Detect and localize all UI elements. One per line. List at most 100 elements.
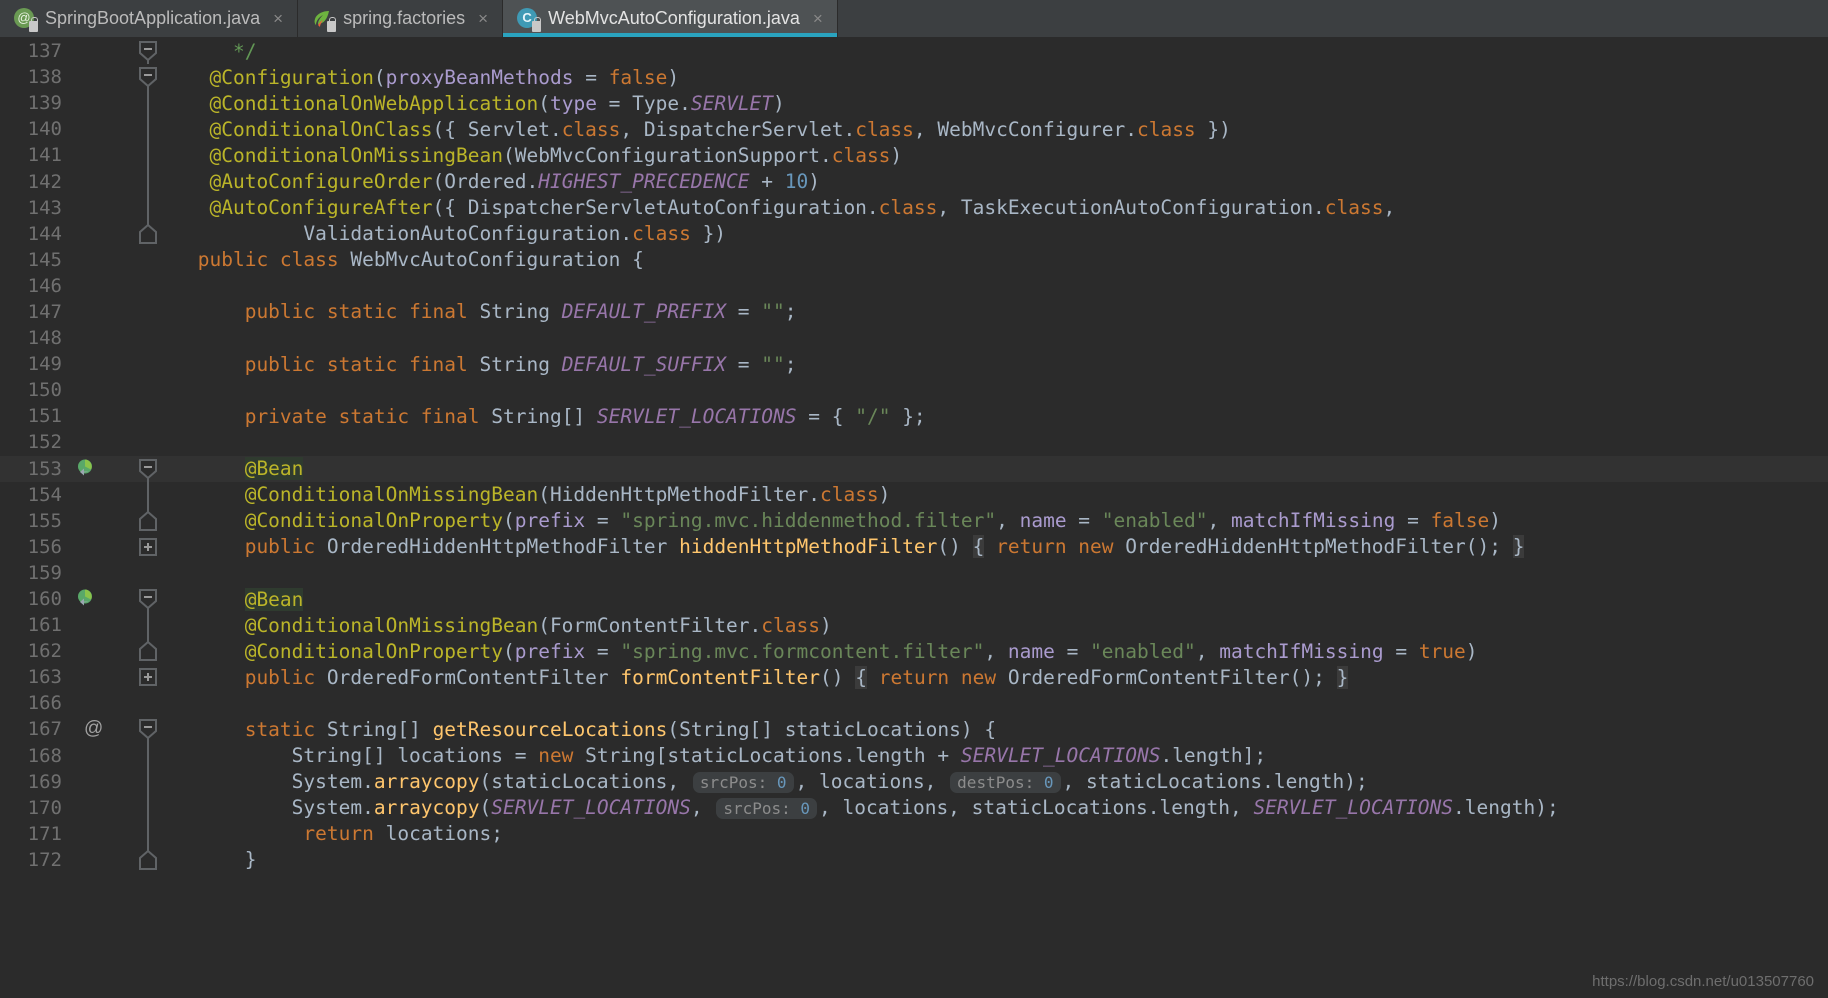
editor-gutter[interactable]: [62, 612, 123, 638]
code-line[interactable]: 172 }: [0, 846, 1828, 873]
code-line[interactable]: 162 @ConditionalOnProperty(prefix = "spr…: [0, 638, 1828, 664]
code-line[interactable]: 146: [0, 273, 1828, 299]
code-line[interactable]: 141 @ConditionalOnMissingBean(WebMvcConf…: [0, 142, 1828, 169]
fold-gutter[interactable]: [123, 586, 179, 613]
fold-gutter[interactable]: [123, 142, 179, 169]
tab-close-icon[interactable]: ×: [478, 10, 488, 27]
fold-gutter[interactable]: [123, 560, 179, 586]
editor-gutter[interactable]: [62, 247, 123, 273]
editor-gutter[interactable]: [62, 351, 123, 377]
code-line[interactable]: 148: [0, 325, 1828, 351]
editor-gutter[interactable]: [62, 482, 123, 508]
code-line[interactable]: 163 public OrderedFormContentFilter form…: [0, 664, 1828, 690]
code-line[interactable]: 168 String[] locations = new String[stat…: [0, 742, 1828, 769]
code-line[interactable]: 147 public static final String DEFAULT_P…: [0, 299, 1828, 325]
editor-gutter[interactable]: [62, 221, 123, 247]
tab-close-icon[interactable]: ×: [813, 10, 823, 27]
editor-gutter[interactable]: [62, 377, 123, 403]
editor-gutter[interactable]: [62, 847, 123, 873]
code-line[interactable]: 149 public static final String DEFAULT_S…: [0, 351, 1828, 377]
fold-gutter[interactable]: [123, 534, 179, 560]
code-line[interactable]: 166: [0, 690, 1828, 716]
code-line[interactable]: 167 @ static String[] getResourceLocation…: [0, 716, 1828, 743]
fold-gutter[interactable]: [123, 742, 179, 769]
spring-bean-gutter-icon[interactable]: [76, 458, 97, 479]
editor-gutter[interactable]: [62, 508, 123, 534]
code-line[interactable]: 170 System.arraycopy(SERVLET_LOCATIONS, …: [0, 794, 1828, 821]
code-line[interactable]: 155 @ConditionalOnProperty(prefix = "spr…: [0, 507, 1828, 534]
editor-gutter[interactable]: [62, 638, 123, 664]
code-line[interactable]: 139 @ConditionalOnWebApplication(type = …: [0, 90, 1828, 117]
editor-gutter[interactable]: [62, 586, 123, 612]
editor-gutter[interactable]: [62, 64, 123, 90]
code-line[interactable]: 161 @ConditionalOnMissingBean(FormConten…: [0, 612, 1828, 639]
code-line[interactable]: 152: [0, 429, 1828, 455]
code-line[interactable]: 145 public class WebMvcAutoConfiguration…: [0, 247, 1828, 273]
code-editor[interactable]: 137 */138 @Configuration(proxyBeanMethod…: [0, 38, 1828, 998]
code-line[interactable]: 160 @Bean: [0, 586, 1828, 613]
fold-end-icon[interactable]: [139, 223, 157, 244]
fold-gutter[interactable]: [123, 507, 179, 534]
fold-collapse-icon[interactable]: [139, 458, 157, 479]
fold-gutter[interactable]: [123, 90, 179, 117]
override-at-gutter-icon[interactable]: @: [84, 718, 103, 740]
editor-tab-0[interactable]: @ SpringBootApplication.java ×: [0, 0, 299, 37]
editor-gutter[interactable]: [62, 273, 123, 299]
fold-gutter[interactable]: [123, 273, 179, 299]
editor-tab-2[interactable]: C WebMvcAutoConfiguration.java ×: [503, 0, 838, 37]
editor-gutter[interactable]: [62, 116, 123, 142]
editor-tab-1[interactable]: spring.factories ×: [298, 0, 504, 37]
code-line[interactable]: 138 @Configuration(proxyBeanMethods = fa…: [0, 64, 1828, 91]
fold-gutter[interactable]: [123, 429, 179, 455]
fold-gutter[interactable]: [123, 820, 179, 847]
editor-gutter[interactable]: [62, 560, 123, 586]
fold-end-icon[interactable]: [139, 849, 157, 870]
editor-gutter[interactable]: [62, 429, 123, 455]
editor-gutter[interactable]: [62, 403, 123, 429]
fold-gutter[interactable]: [123, 716, 179, 743]
fold-gutter[interactable]: [123, 325, 179, 351]
fold-collapse-icon[interactable]: [139, 41, 157, 62]
editor-gutter[interactable]: [62, 325, 123, 351]
fold-gutter[interactable]: [123, 638, 179, 664]
code-line[interactable]: 153 @Bean: [0, 455, 1828, 482]
fold-gutter[interactable]: [123, 351, 179, 377]
fold-expand-icon[interactable]: [139, 668, 157, 687]
tab-close-icon[interactable]: ×: [273, 10, 283, 27]
fold-gutter[interactable]: [123, 377, 179, 403]
editor-gutter[interactable]: [62, 195, 123, 221]
code-line[interactable]: 140 @ConditionalOnClass({ Servlet.class,…: [0, 116, 1828, 143]
fold-collapse-icon[interactable]: [139, 589, 157, 610]
editor-gutter[interactable]: [62, 821, 123, 847]
code-line[interactable]: 159: [0, 560, 1828, 586]
fold-gutter[interactable]: [123, 64, 179, 91]
fold-gutter[interactable]: [123, 220, 179, 247]
fold-gutter[interactable]: [123, 690, 179, 716]
code-line[interactable]: 142 @AutoConfigureOrder(Ordered.HIGHEST_…: [0, 168, 1828, 195]
fold-gutter[interactable]: [123, 194, 179, 221]
fold-gutter[interactable]: [123, 403, 179, 429]
editor-gutter[interactable]: [62, 168, 123, 194]
code-line[interactable]: 156 public OrderedHiddenHttpMethodFilter…: [0, 534, 1828, 560]
fold-gutter[interactable]: [123, 38, 179, 65]
editor-gutter[interactable]: [62, 38, 123, 64]
editor-gutter[interactable]: [62, 456, 123, 482]
editor-gutter[interactable]: [62, 690, 123, 716]
fold-gutter[interactable]: [123, 612, 179, 639]
fold-gutter[interactable]: [123, 846, 179, 873]
fold-collapse-icon[interactable]: [139, 719, 157, 740]
fold-gutter[interactable]: [123, 664, 179, 690]
editor-gutter[interactable]: [62, 743, 123, 769]
fold-expand-icon[interactable]: [139, 537, 157, 556]
fold-gutter[interactable]: [123, 768, 179, 795]
fold-collapse-icon[interactable]: [139, 67, 157, 88]
fold-gutter[interactable]: [123, 168, 179, 195]
fold-gutter[interactable]: [123, 481, 179, 508]
editor-gutter[interactable]: [62, 795, 123, 821]
code-line[interactable]: 169 System.arraycopy(staticLocations, sr…: [0, 768, 1828, 795]
spring-bean-gutter-icon[interactable]: [76, 589, 97, 610]
code-line[interactable]: 137 */: [0, 38, 1828, 65]
fold-gutter[interactable]: [123, 247, 179, 273]
editor-gutter[interactable]: [62, 664, 123, 690]
code-line[interactable]: 144 ValidationAutoConfiguration.class }): [0, 220, 1828, 247]
